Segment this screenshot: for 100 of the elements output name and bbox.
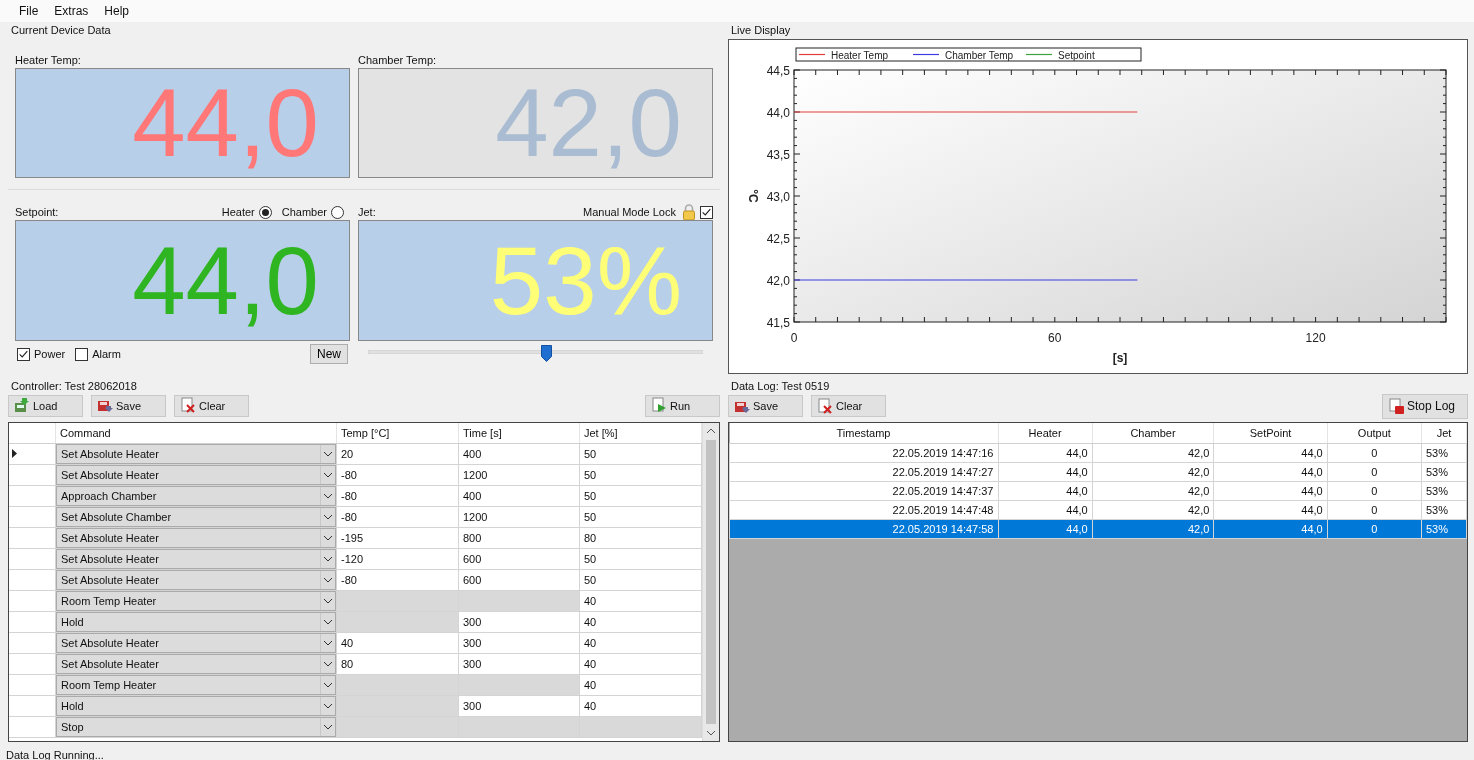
clear-icon	[816, 397, 834, 415]
command-dropdown[interactable]: Set Absolute Heater	[56, 569, 336, 590]
axis-tick-label: 120	[1305, 331, 1326, 345]
axis-tick-label: 43,5	[766, 148, 790, 162]
run-icon	[650, 397, 668, 415]
checkbox[interactable]	[75, 347, 89, 361]
caret-icon	[323, 660, 333, 667]
command-dropdown[interactable]: Set Absolute Heater	[56, 443, 336, 464]
caret-icon	[323, 534, 333, 541]
caret-icon	[323, 492, 333, 499]
axis-tick-label: 60	[1048, 331, 1062, 345]
command-dropdown[interactable]: Set Absolute Heater	[56, 653, 336, 674]
display-value: 44,0	[132, 232, 319, 329]
column-header[interactable]: SetPoint	[1213, 423, 1328, 444]
command-dropdown[interactable]: Stop	[56, 716, 336, 737]
log-row[interactable]: 22.05.2019 14:47:27 44,0 42,0 44,0 0 53%	[729, 462, 1467, 482]
toolbar-button[interactable]: Save	[728, 395, 803, 417]
toolbar-button[interactable]: Load	[8, 394, 83, 417]
padlock-icon	[682, 203, 696, 221]
toolbar-button[interactable]: Clear	[174, 394, 249, 417]
axis-tick-label: 41,5	[766, 316, 790, 330]
menu-item[interactable]: File	[11, 4, 47, 18]
column-header[interactable]: Command	[55, 422, 337, 444]
legend-label: Heater Temp	[831, 49, 889, 61]
display-label: Chamber Temp:	[358, 54, 437, 66]
legend-label: Setpoint	[1058, 49, 1095, 61]
checkbox-label: Power	[34, 348, 66, 360]
axis-title: [s]	[1112, 351, 1128, 365]
stop-icon	[1387, 397, 1405, 415]
log-row[interactable]: 22.05.2019 14:47:37 44,0 42,0 44,0 0 53%	[729, 481, 1467, 501]
column-header[interactable]: Time [s]	[458, 422, 580, 444]
new-button[interactable]: New	[310, 344, 348, 364]
command-dropdown[interactable]: Room Temp Heater	[56, 590, 336, 611]
column-header[interactable]: Heater	[998, 423, 1093, 444]
display-value: 44,0	[132, 75, 319, 171]
load-icon	[13, 397, 31, 415]
command-dropdown[interactable]: Approach Chamber	[56, 485, 336, 506]
display-label: Setpoint:	[15, 206, 59, 218]
column-header[interactable]: Chamber	[1092, 423, 1214, 444]
caret-icon	[323, 450, 333, 457]
log-row[interactable]: 22.05.2019 14:47:58 44,0 42,0 44,0 0 53%	[729, 519, 1467, 539]
menu-item[interactable]: Extras	[46, 4, 97, 18]
menu-item[interactable]: Help	[96, 4, 138, 18]
checkbox[interactable]	[17, 347, 30, 361]
caret-icon	[323, 702, 333, 709]
caret-icon	[323, 471, 333, 478]
column-header[interactable]: Jet	[1421, 423, 1467, 444]
command-dropdown[interactable]: Set Absolute Chamber	[56, 506, 336, 527]
checkbox[interactable]	[700, 205, 713, 219]
scroll-thumb[interactable]	[706, 439, 716, 724]
radio-button[interactable]	[331, 205, 344, 219]
toolbar-button[interactable]: Stop Log	[1382, 393, 1468, 419]
radio-label: Heater	[221, 206, 255, 218]
command-dropdown[interactable]: Hold	[56, 695, 336, 716]
caret-icon	[323, 555, 333, 562]
axis-tick-label: 42,5	[766, 232, 790, 246]
display-label: Heater Temp:	[15, 54, 81, 66]
axis-tick-label: 42,0	[766, 274, 790, 288]
group-title: Live Display	[730, 23, 792, 38]
column-header[interactable]: Temp [°C]	[336, 422, 459, 444]
command-dropdown[interactable]: Set Absolute Heater	[56, 464, 336, 485]
group-title: Current Device Data	[10, 23, 112, 38]
display-value: 53%	[489, 232, 682, 329]
current-row-icon	[12, 448, 17, 458]
axis-tick-label: 0	[790, 331, 798, 345]
column-header[interactable]: Jet [%]	[579, 422, 702, 444]
slider-thumb[interactable]	[540, 345, 552, 362]
command-dropdown[interactable]: Set Absolute Heater	[56, 527, 336, 548]
caret-icon	[323, 723, 333, 730]
axis-tick-label: 43,0	[766, 190, 790, 204]
scroll-down-icon	[706, 730, 716, 736]
command-dropdown[interactable]: Set Absolute Heater	[56, 632, 336, 653]
scrollbar[interactable]	[702, 422, 719, 741]
legend-label: Chamber Temp	[945, 49, 1014, 61]
command-dropdown[interactable]: Set Absolute Heater	[56, 548, 336, 569]
checkbox-label: Alarm	[92, 348, 121, 360]
caret-icon	[323, 576, 333, 583]
radio-button[interactable]	[258, 205, 272, 219]
radio-label: Chamber	[281, 206, 327, 218]
check-icon	[18, 349, 29, 359]
caret-icon	[323, 639, 333, 646]
axis-tick-label: 44,5	[766, 64, 790, 78]
legend-swatch	[1025, 53, 1053, 56]
column-header[interactable]: Timestamp	[729, 423, 998, 444]
axis-tick-label: 44,0	[766, 106, 790, 120]
scroll-up-icon	[706, 427, 716, 434]
group-title: Data Log: Test 0519	[730, 379, 831, 394]
slider[interactable]	[368, 345, 703, 363]
column-header[interactable]: Output	[1327, 423, 1422, 444]
toolbar-button[interactable]: Save	[91, 394, 166, 417]
toolbar-button[interactable]: Clear	[811, 395, 886, 417]
log-row[interactable]: 22.05.2019 14:47:16 44,0 42,0 44,0 0 53%	[729, 443, 1467, 463]
caret-icon	[323, 597, 333, 604]
log-row[interactable]: 22.05.2019 14:47:48 44,0 42,0 44,0 0 53%	[729, 500, 1467, 520]
command-dropdown[interactable]: Hold	[56, 611, 336, 632]
row-header[interactable]	[9, 443, 56, 465]
command-dropdown[interactable]: Room Temp Heater	[56, 674, 336, 695]
check-icon	[701, 207, 712, 217]
display-value: 42,0	[495, 75, 682, 171]
toolbar-button[interactable]: Run	[645, 394, 720, 417]
